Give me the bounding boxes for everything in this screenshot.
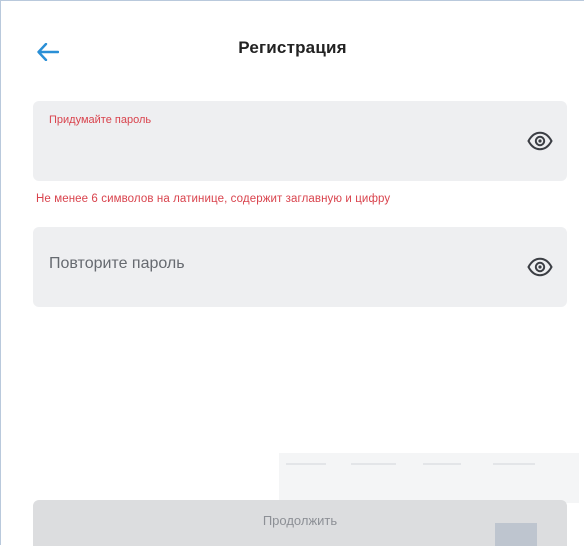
background-artifact bbox=[286, 463, 326, 465]
background-artifact bbox=[495, 523, 537, 546]
background-artifact bbox=[279, 453, 579, 503]
password-field[interactable]: Придумайте пароль bbox=[33, 101, 567, 181]
background-artifact bbox=[423, 463, 461, 465]
continue-button-label: Продолжить bbox=[262, 512, 338, 528]
page-title: Регистрация bbox=[238, 38, 347, 57]
show-password-toggle[interactable] bbox=[527, 131, 553, 151]
continue-button[interactable]: Продолжить bbox=[33, 500, 567, 546]
background-artifact bbox=[493, 463, 535, 465]
eye-icon bbox=[527, 131, 553, 151]
eye-icon bbox=[527, 257, 553, 277]
password-hint: Не менее 6 символов на латинице, содержи… bbox=[36, 193, 391, 205]
background-artifact bbox=[351, 463, 396, 465]
registration-screen: Регистрация Придумайте пароль Не менее 6… bbox=[0, 0, 584, 546]
repeat-password-input[interactable] bbox=[49, 257, 513, 289]
password-field-label: Придумайте пароль bbox=[49, 114, 152, 126]
show-repeat-password-toggle[interactable] bbox=[527, 257, 553, 277]
password-input[interactable] bbox=[49, 131, 513, 163]
repeat-password-field[interactable]: Повторите пароль bbox=[33, 227, 567, 307]
